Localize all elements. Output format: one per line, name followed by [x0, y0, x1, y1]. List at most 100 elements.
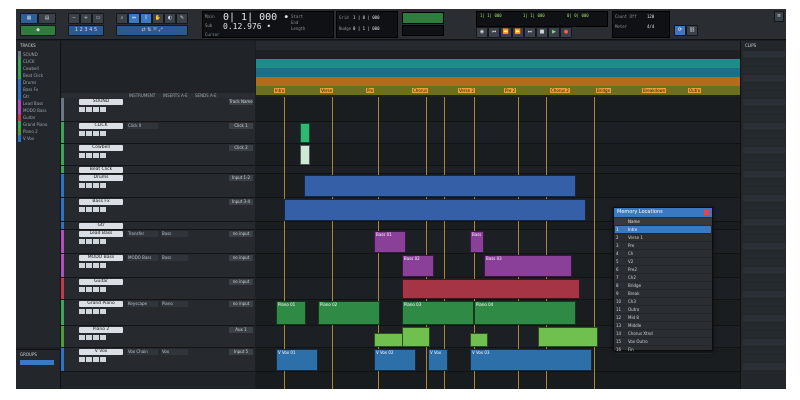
pencil-tool-icon[interactable]: ✎ [176, 13, 188, 24]
io-selector[interactable]: Click 1 [229, 123, 253, 129]
clip-list-item[interactable] [743, 163, 785, 170]
insert-slot[interactable]: MODO Bass [127, 255, 158, 261]
clip-list-item[interactable] [743, 339, 785, 346]
clip-list-item[interactable] [743, 59, 785, 66]
solo-button[interactable] [86, 357, 92, 362]
memory-location-name[interactable]: Ch3 [627, 297, 711, 306]
solo-button[interactable] [86, 183, 92, 188]
audio-clip[interactable]: Bass 03 [484, 255, 572, 277]
io-selector[interactable]: Input 1-2 [229, 175, 253, 181]
clip-list-item[interactable] [743, 171, 785, 178]
io-selector[interactable]: Input 3-4 [229, 199, 253, 205]
record-arm-button[interactable] [79, 357, 85, 362]
solo-button[interactable] [86, 131, 92, 136]
io-selector[interactable]: Track Name [229, 99, 253, 105]
track-list-item[interactable]: Gtr [18, 93, 58, 100]
track-buttons[interactable] [79, 287, 123, 293]
track-list-item[interactable]: CLICK [18, 58, 58, 65]
playlist-lane[interactable] [256, 166, 740, 174]
zoom-in-icon[interactable]: + [80, 13, 92, 24]
clip-list-item[interactable] [743, 307, 785, 314]
track-name[interactable]: Piano 2 [79, 327, 123, 333]
memory-location-row[interactable]: 13 Middle [615, 321, 711, 330]
track-name[interactable]: Beat Click [79, 167, 123, 173]
audio-clip[interactable]: Bass 01 [374, 231, 406, 253]
clip-list-item[interactable] [743, 155, 785, 162]
loop-icon[interactable]: ⟳ [674, 25, 686, 36]
memory-location-name[interactable]: Middle [627, 321, 711, 330]
io-selector[interactable]: Input 5 [229, 349, 253, 355]
memory-location-row[interactable]: 1 Intro [615, 226, 711, 234]
track-name[interactable]: Bass Fx [79, 199, 123, 205]
marker[interactable]: Breakdown [642, 88, 667, 93]
edit-mode-shuffle-button[interactable]: ▦ [20, 13, 38, 24]
automation-button[interactable] [100, 357, 106, 362]
track-name[interactable]: Grand Piano [79, 301, 123, 307]
zoom-out-icon[interactable]: − [68, 13, 80, 24]
track-list-item[interactable]: MODO Bass [18, 107, 58, 114]
track-list-item[interactable]: SOUND [18, 51, 58, 58]
memory-location-row[interactable]: 11 Outro [615, 305, 711, 314]
solo-button[interactable] [86, 153, 92, 158]
audio-clip[interactable] [470, 333, 488, 347]
clip-list-item[interactable] [743, 283, 785, 290]
automation-button[interactable] [100, 153, 106, 158]
audio-clip[interactable]: V Vox 02 [374, 349, 416, 371]
clip-list-item[interactable] [743, 299, 785, 306]
record-arm-button[interactable] [79, 207, 85, 212]
track-buttons[interactable] [79, 335, 123, 341]
memory-location-name[interactable]: Ch2 [627, 273, 711, 282]
insert-slot[interactable]: Click II [127, 123, 158, 129]
clip-list-item[interactable] [743, 291, 785, 298]
play-icon[interactable]: ▶ [548, 27, 560, 38]
track-name[interactable]: CLICK [79, 123, 123, 129]
mute-button[interactable] [93, 335, 99, 340]
playlist-lane[interactable] [256, 122, 740, 144]
solo-button[interactable] [86, 309, 92, 314]
clip-list-item[interactable] [743, 259, 785, 266]
clip-list-item[interactable] [743, 67, 785, 74]
track-name[interactable]: MODO Bass [79, 255, 123, 261]
solo-button[interactable] [86, 207, 92, 212]
track-header[interactable]: Grand Piano Keyscape Piano no input [61, 300, 255, 326]
io-selector[interactable]: no input [229, 301, 253, 307]
meter-ruler[interactable] [256, 68, 740, 77]
memory-location-row[interactable]: 4 Ch [615, 249, 711, 258]
record-arm-button[interactable] [79, 263, 85, 268]
track-header[interactable]: Bass Fx Input 3-4 [61, 198, 255, 222]
insert-slot[interactable]: Keyscape [127, 301, 158, 307]
insert-slot[interactable]: Vox Chain [127, 349, 158, 355]
audio-clip[interactable]: Bass 02 [402, 255, 434, 277]
memory-location-name[interactable]: Ch [627, 249, 711, 258]
clip-list-item[interactable] [743, 355, 785, 362]
memory-location-name[interactable]: Fin [627, 345, 711, 354]
automation-button[interactable] [100, 263, 106, 268]
memory-location-row[interactable]: 6 Pre2 [615, 265, 711, 274]
track-header[interactable]: Beat Click [61, 166, 255, 174]
key-ruler[interactable] [256, 77, 740, 86]
record-icon[interactable]: ● [560, 27, 572, 38]
track-list-item[interactable]: Grand Piano [18, 121, 58, 128]
solo-button[interactable] [86, 335, 92, 340]
markers-ruler[interactable]: Intro Verse Pre Chorus Verse 2 Pre 2 Chorus 2 B… [256, 86, 740, 95]
memory-location-row[interactable]: 9 Break [615, 289, 711, 298]
memory-location-name[interactable]: Outro [627, 305, 711, 314]
clip-list-item[interactable] [743, 235, 785, 242]
mute-button[interactable] [93, 239, 99, 244]
record-arm-button[interactable] [79, 153, 85, 158]
audio-clip[interactable] [538, 327, 598, 347]
marker[interactable]: Verse [320, 88, 334, 93]
trim-tool-icon[interactable]: ⇔ [128, 13, 140, 24]
track-buttons[interactable] [79, 309, 123, 315]
record-arm-button[interactable] [79, 287, 85, 292]
send-slot[interactable]: Bass [161, 255, 188, 261]
audio-clip[interactable] [402, 279, 580, 299]
track-header[interactable]: MODO Bass MODO Bass Bass no input [61, 254, 255, 278]
memory-location-name[interactable]: Pre2 [627, 265, 711, 274]
memory-location-name[interactable]: V2 [627, 257, 711, 266]
mute-button[interactable] [93, 153, 99, 158]
grid-mode-button[interactable]: ◆ [20, 25, 56, 36]
audio-clip[interactable] [284, 199, 586, 221]
clip-list-item[interactable] [743, 275, 785, 282]
link-icon[interactable]: ⛓ [686, 25, 698, 36]
